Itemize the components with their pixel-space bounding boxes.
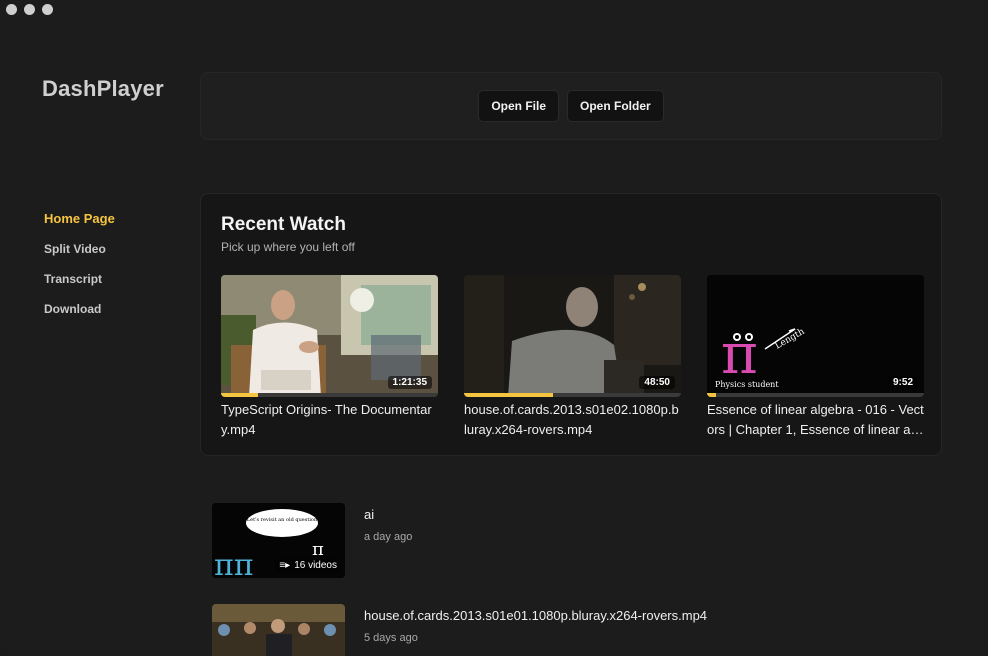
sidebar-item-home-page[interactable]: Home Page — [44, 211, 115, 241]
zoom-window-button[interactable] — [42, 4, 53, 15]
watch-progress-fill — [221, 393, 258, 397]
duration-badge: 9:52 — [887, 376, 918, 389]
list-item-time: a day ago — [364, 531, 413, 543]
sidebar-item-transcript[interactable]: Transcript — [44, 271, 115, 301]
list-item-title[interactable]: house.of.cards.2013.s01e01.1080p.bluray.… — [364, 608, 707, 623]
recent-card-title[interactable]: Essence of linear algebra - 016 - Vector… — [707, 400, 924, 440]
window-controls — [6, 4, 53, 15]
sidebar-item-split-video[interactable]: Split Video — [44, 241, 115, 271]
physics-student-label: Physics student — [715, 380, 779, 389]
list-item-time: 5 days ago — [364, 632, 418, 644]
list-item[interactable]: Let's revisit an old question ππ π ≡▸ 16… — [212, 503, 912, 583]
svg-text:π: π — [312, 539, 324, 560]
recent-watch-panel: Recent Watch Pick up where you left off — [200, 193, 942, 456]
open-file-button[interactable]: Open File — [478, 90, 559, 122]
open-toolbar: Open File Open Folder — [200, 72, 942, 140]
duration-badge: 48:50 — [639, 376, 675, 389]
recent-card-title[interactable]: TypeScript Origins- The Documentary.mp4 — [221, 400, 438, 440]
recent-watch-title: Recent Watch — [221, 214, 346, 235]
playlist-icon: ≡▸ — [279, 560, 291, 571]
svg-text:ππ: ππ — [214, 548, 253, 578]
video-thumbnail[interactable] — [212, 604, 345, 656]
app-window: DashPlayer Open File Open Folder Home Pa… — [0, 0, 988, 656]
video-count: 16 videos — [294, 560, 337, 571]
folder-thumbnail[interactable]: Let's revisit an old question ππ π ≡▸ 16… — [212, 503, 345, 578]
recent-card[interactable]: 48:50 house.of.cards.2013.s01e02.1080p.b… — [464, 275, 681, 440]
watch-progress-track — [464, 393, 681, 397]
svg-text:π: π — [721, 322, 758, 387]
video-thumbnail[interactable]: π Length Physics student 9:52 — [707, 275, 924, 397]
watch-progress-fill — [464, 393, 553, 397]
sidebar-item-download[interactable]: Download — [44, 301, 115, 331]
video-thumbnail[interactable]: 48:50 — [464, 275, 681, 397]
video-count-badge: ≡▸ 16 videos — [275, 559, 341, 572]
recent-card-title[interactable]: house.of.cards.2013.s01e02.1080p.bluray.… — [464, 400, 681, 440]
close-window-button[interactable] — [6, 4, 17, 15]
minimize-window-button[interactable] — [24, 4, 35, 15]
recent-card[interactable]: 1:21:35 TypeScript Origins- The Document… — [221, 275, 438, 440]
watch-progress-track — [221, 393, 438, 397]
open-folder-button[interactable]: Open Folder — [567, 90, 664, 122]
sidebar-nav: Home Page Split Video Transcript Downloa… — [44, 211, 115, 331]
video-thumbnail[interactable]: 1:21:35 — [221, 275, 438, 397]
speech-bubble-text: Let's revisit an old question — [247, 517, 318, 523]
list-item[interactable]: house.of.cards.2013.s01e01.1080p.bluray.… — [212, 604, 912, 656]
duration-badge: 1:21:35 — [387, 376, 432, 389]
watch-progress-track — [707, 393, 924, 397]
crowd-thumbnail-image — [212, 604, 345, 656]
list-item-title[interactable]: ai — [364, 507, 374, 522]
recent-watch-subtitle: Pick up where you left off — [221, 240, 355, 254]
app-title: DashPlayer — [42, 76, 164, 101]
recent-card[interactable]: π Length Physics student 9:52 Essence of… — [707, 275, 924, 440]
watch-progress-fill — [707, 393, 716, 397]
